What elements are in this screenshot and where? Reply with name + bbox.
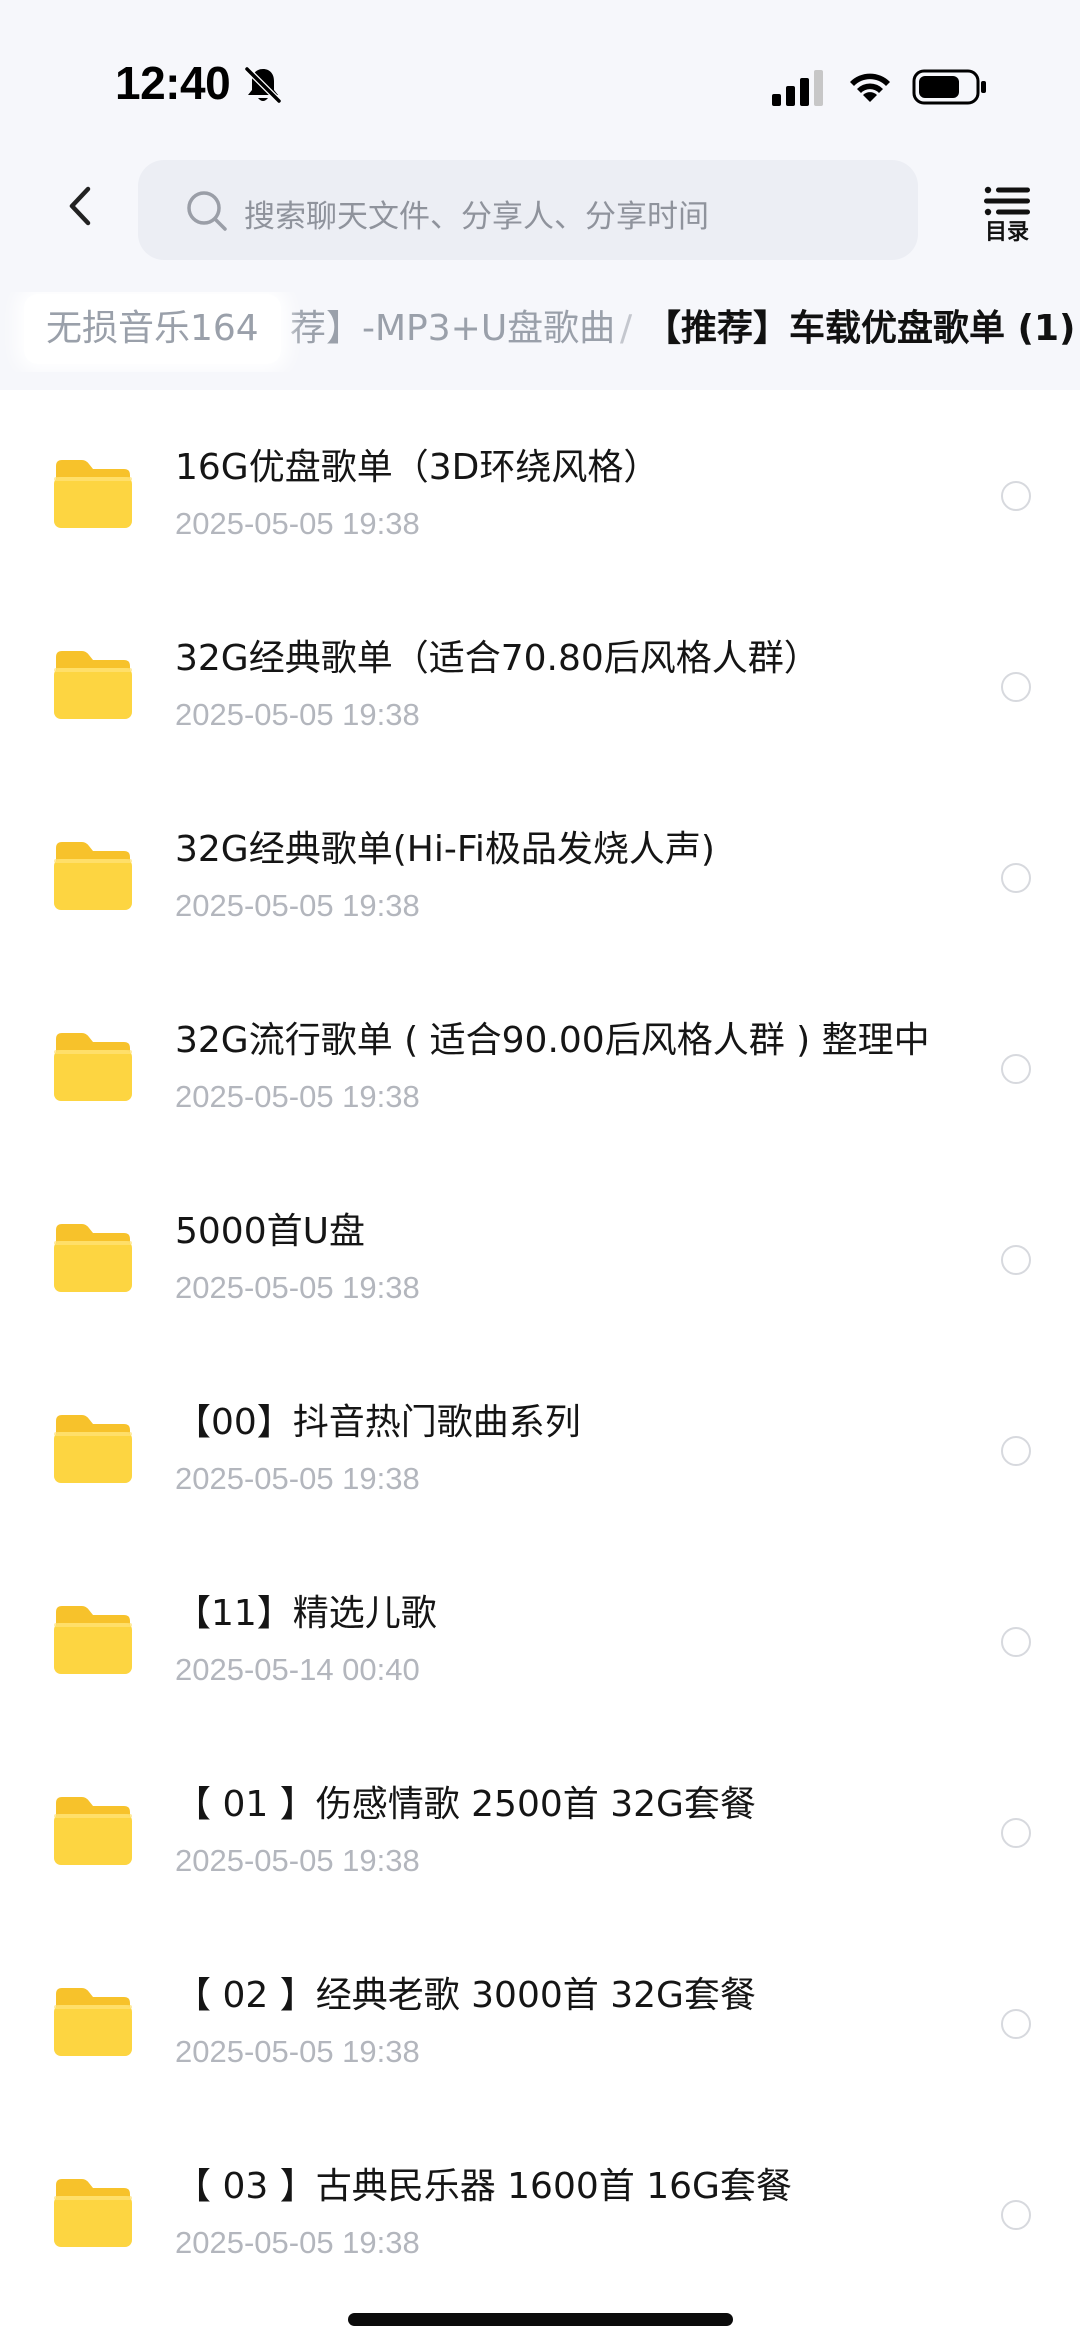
select-radio[interactable] (1001, 1818, 1031, 1848)
breadcrumb-item-current: 【推荐】车载优盘歌单 (1) (645, 308, 1076, 349)
battery-icon (912, 69, 986, 105)
file-name: 【 01 】伤感情歌 2500首 32G套餐 (175, 1784, 756, 1825)
file-name: 【 03 】古典民乐器 1600首 16G套餐 (175, 2166, 792, 2207)
search-input[interactable]: 搜索聊天文件、分享人、分享时间 (138, 160, 918, 260)
file-date: 2025-05-14 00:40 (175, 1652, 420, 1687)
file-name: 32G经典歌单(Hi-Fi极品发烧人声) (175, 829, 715, 870)
file-name: 32G流行歌单 ( 适合90.00后风格人群 ) 整理中 (175, 1020, 930, 1061)
file-name: 32G经典歌单（适合70.80后风格人群） (175, 638, 820, 679)
breadcrumb-item-middle[interactable]: 荐】-MP3+U盘歌曲 (290, 294, 615, 364)
file-row[interactable]: 【11】精选儿歌 2025-05-14 00:40 (0, 1544, 1080, 1734)
folder-icon (54, 1224, 132, 1292)
list-icon (984, 186, 1030, 216)
wifi-icon (850, 73, 890, 102)
file-date: 2025-05-05 19:38 (175, 1461, 420, 1496)
chevron-left-icon (69, 186, 91, 226)
file-date: 2025-05-05 19:38 (175, 1843, 420, 1878)
breadcrumb-item-root[interactable]: 无损音乐164 (24, 294, 281, 364)
folder-icon (54, 1797, 132, 1865)
search-placeholder: 搜索聊天文件、分享人、分享时间 (244, 199, 709, 235)
file-name: 16G优盘歌单（3D环绕风格） (175, 447, 660, 488)
file-row[interactable]: 【 01 】伤感情歌 2500首 32G套餐 2025-05-05 19:38 (0, 1735, 1080, 1925)
file-name: 【11】精选儿歌 (175, 1593, 437, 1634)
select-radio[interactable] (1001, 1436, 1031, 1466)
file-name: 5000首U盘 (175, 1211, 365, 1252)
file-row[interactable]: 16G优盘歌单（3D环绕风格） 2025-05-05 19:38 (0, 398, 1080, 588)
select-radio[interactable] (1001, 481, 1031, 511)
bell-slash-icon (244, 66, 282, 104)
folder-icon (54, 460, 132, 528)
file-date: 2025-05-05 19:38 (175, 1270, 420, 1305)
breadcrumb: 荐】-MP3+U盘歌曲 / 【推荐】车载优盘歌单 (1) 无损音乐164 (0, 292, 1080, 372)
toc-label: 目录 (984, 220, 1029, 245)
toc-button[interactable]: 目录 (978, 180, 1036, 245)
file-browser-screen: 12:40 搜索聊天文件、分享人、分享时间 目录 荐】-MP3+U盘歌曲 / 【… (0, 0, 1080, 2348)
folder-icon (54, 1606, 132, 1674)
file-row[interactable]: 【00】抖音热门歌曲系列 2025-05-05 19:38 (0, 1353, 1080, 1543)
select-radio[interactable] (1001, 863, 1031, 893)
cellular-signal-icon (772, 70, 823, 106)
file-date: 2025-05-05 19:38 (175, 697, 420, 732)
folder-icon (54, 842, 132, 910)
folder-icon (54, 2179, 132, 2247)
status-bar: 12:40 (0, 0, 1080, 150)
file-row[interactable]: 32G经典歌单（适合70.80后风格人群） 2025-05-05 19:38 (0, 589, 1080, 779)
home-indicator (348, 2313, 733, 2326)
select-radio[interactable] (1001, 2200, 1031, 2230)
folder-icon (54, 1988, 132, 2056)
file-date: 2025-05-05 19:38 (175, 1079, 420, 1114)
file-row[interactable]: 5000首U盘 2025-05-05 19:38 (0, 1162, 1080, 1352)
file-date: 2025-05-05 19:38 (175, 506, 420, 541)
select-radio[interactable] (1001, 1054, 1031, 1084)
status-time: 12:40 (115, 57, 231, 109)
file-row[interactable]: 32G流行歌单 ( 适合90.00后风格人群 ) 整理中 2025-05-05 1… (0, 971, 1080, 1161)
file-name: 【 02 】经典老歌 3000首 32G套餐 (175, 1975, 756, 2016)
search-icon (187, 191, 227, 231)
select-radio[interactable] (1001, 672, 1031, 702)
file-row[interactable]: 32G经典歌单(Hi-Fi极品发烧人声) 2025-05-05 19:38 (0, 780, 1080, 970)
select-radio[interactable] (1001, 1627, 1031, 1657)
select-radio[interactable] (1001, 2009, 1031, 2039)
file-name: 【00】抖音热门歌曲系列 (175, 1402, 581, 1443)
file-row[interactable]: 【 02 】经典老歌 3000首 32G套餐 2025-05-05 19:38 (0, 1926, 1080, 2116)
select-radio[interactable] (1001, 1245, 1031, 1275)
file-list: 16G优盘歌单（3D环绕风格） 2025-05-05 19:38 32G经典歌单（适… (0, 398, 1080, 2348)
folder-icon (54, 1033, 132, 1101)
file-date: 2025-05-05 19:38 (175, 2225, 420, 2260)
file-date: 2025-05-05 19:38 (175, 888, 420, 923)
file-row[interactable]: 【 03 】古典民乐器 1600首 16G套餐 2025-05-05 19:38 (0, 2117, 1080, 2307)
folder-icon (54, 1415, 132, 1483)
back-button[interactable] (50, 176, 110, 236)
breadcrumb-separator: / (620, 308, 633, 349)
file-date: 2025-05-05 19:38 (175, 2034, 420, 2069)
folder-icon (54, 651, 132, 719)
